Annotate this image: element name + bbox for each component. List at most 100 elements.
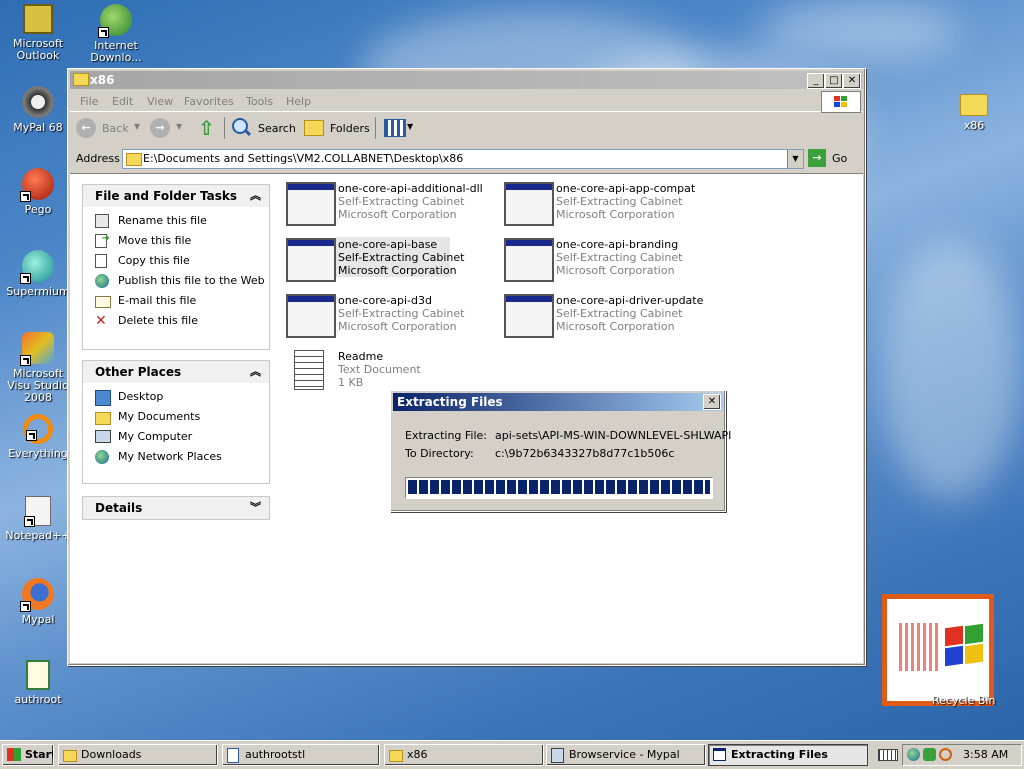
folder-icon (389, 750, 403, 762)
desktop-icon-label: Supermium (6, 285, 70, 298)
collapse-chevron-icon[interactable]: ︽ (250, 361, 261, 383)
file-item-selected[interactable]: one-core-api-base Self-Extracting Cabine… (286, 237, 496, 290)
desktop-icon-mypal[interactable]: Mypal (0, 578, 76, 626)
menu-view[interactable]: View (147, 95, 173, 108)
cabinet-file-icon (286, 294, 336, 338)
minimize-button[interactable]: _ (807, 73, 825, 89)
panel-header[interactable]: File and Folder Tasks ︽ (83, 185, 269, 207)
place-desktop[interactable]: Desktop (83, 387, 269, 407)
dropdown-arrow-icon: ▼ (176, 122, 183, 131)
go-button[interactable]: → Go (808, 149, 858, 167)
folder-icon (73, 73, 89, 86)
clock[interactable]: 3:58 AM (963, 748, 1008, 761)
email-icon (95, 296, 111, 308)
close-button[interactable]: ✕ (843, 73, 861, 89)
copy-icon (95, 254, 107, 268)
desktop-icon-label: authroot (14, 693, 62, 706)
desktop-icon-label: Microsoft Visu Studio 2008 (7, 367, 69, 404)
title-bar[interactable]: x86 _ □ ✕ (70, 71, 863, 89)
desktop-icon-pego[interactable]: Pego (0, 168, 76, 216)
toolbar-divider (224, 117, 225, 139)
forward-button[interactable]: → ▼ (150, 118, 186, 140)
panel-header[interactable]: Other Places ︽ (83, 361, 269, 383)
raccoon-icon (22, 86, 54, 118)
computer-icon (95, 430, 111, 443)
explorer-window[interactable]: x86 _ □ ✕ File Edit View Favorites Tools… (67, 68, 866, 666)
file-item[interactable]: one-core-api-branding Self-Extracting Ca… (504, 238, 714, 290)
place-my-documents[interactable]: My Documents (83, 407, 269, 427)
taskbar-item-x86[interactable]: x86 (384, 744, 544, 766)
go-arrow-icon: → (808, 149, 826, 167)
expand-chevron-icon[interactable]: ︾ (250, 497, 261, 519)
taskbar-item-downloads[interactable]: Downloads (58, 744, 218, 766)
recycle-bin-label: Recycle Bin (932, 694, 996, 707)
views-button[interactable]: ▼ (382, 117, 416, 139)
desktop-icon-outlook[interactable]: Microsoft Outlook (0, 4, 76, 62)
folders-button[interactable]: Folders (302, 117, 370, 139)
details-panel: Details ︾ (82, 496, 270, 520)
up-folder-button[interactable]: ⇧ (194, 116, 218, 140)
task-publish[interactable]: Publish this file to the Web (83, 271, 269, 291)
windows-logo-icon (882, 594, 994, 706)
task-email[interactable]: E-mail this file (83, 291, 269, 311)
search-tray-icon[interactable] (939, 748, 952, 761)
collapse-chevron-icon[interactable]: ︽ (250, 185, 261, 207)
desktop-icon-label: Notepad++ (5, 529, 71, 542)
certificate-icon (26, 660, 50, 690)
dialog-title-bar[interactable]: Extracting Files ✕ (393, 393, 723, 411)
search-button[interactable]: Search (230, 117, 296, 139)
start-button[interactable]: Start (2, 744, 54, 766)
dialog-close-button[interactable]: ✕ (703, 394, 721, 410)
folders-icon (304, 120, 324, 136)
cabinet-file-icon (504, 238, 554, 282)
desktop-icon-everything[interactable]: Everything (0, 414, 76, 460)
extracting-file-value: api-sets\API-MS-WIN-DOWNLEVEL-SHLWAPI (495, 429, 732, 442)
desktop-icon-internet-download[interactable]: Internet Downlo... (78, 4, 154, 64)
panel-header[interactable]: Details ︾ (83, 497, 269, 519)
place-my-computer[interactable]: My Computer (83, 427, 269, 447)
menu-help[interactable]: Help (286, 95, 311, 108)
taskbar-item-authrootstl[interactable]: authrootstl (222, 744, 380, 766)
views-icon (384, 119, 406, 137)
cabinet-file-icon (286, 182, 336, 226)
back-button[interactable]: ← Back ▼ (76, 118, 142, 140)
file-item[interactable]: one-core-api-app-compat Self-Extracting … (504, 182, 714, 234)
desktop-icon-x86-folder[interactable]: x86 (936, 88, 1012, 132)
keyboard-icon[interactable] (878, 749, 898, 761)
extracting-files-dialog[interactable]: Extracting Files ✕ Extracting File: api-… (390, 390, 731, 512)
place-my-network[interactable]: My Network Places (83, 447, 269, 467)
menu-file[interactable]: File (80, 95, 98, 108)
network-activity-tray-icon[interactable] (923, 748, 936, 761)
move-icon: ➜ (95, 233, 110, 248)
address-input[interactable]: E:\Documents and Settings\VM2.COLLABNET\… (122, 149, 804, 169)
maximize-button[interactable]: □ (825, 73, 843, 89)
task-rename[interactable]: Rename this file (83, 211, 269, 231)
desktop-icon-mypal68[interactable]: MyPal 68 (0, 86, 76, 134)
task-copy[interactable]: Copy this file (83, 251, 269, 271)
desktop-icon-supermium[interactable]: Supermium (0, 250, 76, 298)
menu-favorites[interactable]: Favorites (184, 95, 234, 108)
task-move[interactable]: ➜ Move this file (83, 231, 269, 251)
file-item[interactable]: one-core-api-additional-dll Self-Extract… (286, 182, 496, 234)
desktop-icon-recycle-bin[interactable]: Recycle Bin (880, 594, 998, 708)
file-item[interactable]: one-core-api-driver-update Self-Extracti… (504, 294, 714, 346)
menu-tools[interactable]: Tools (246, 95, 273, 108)
desktop-icon-label: Microsoft Outlook (12, 37, 64, 62)
other-places-panel: Other Places ︽ Desktop My Documents My C… (82, 360, 270, 484)
task-delete[interactable]: ✕ Delete this file (83, 311, 269, 331)
cabinet-file-icon (286, 238, 336, 282)
desktop-icon-label: MyPal 68 (13, 121, 63, 134)
taskbar-item-browservice[interactable]: Browservice - Mypal (546, 744, 706, 766)
file-folder-tasks-panel: File and Folder Tasks ︽ Rename this file… (82, 184, 270, 350)
rename-icon (95, 214, 109, 228)
progress-fill (408, 480, 710, 494)
desktop-icon-notepadpp[interactable]: Notepad++ (0, 496, 76, 542)
network-tray-icon[interactable] (907, 748, 920, 761)
address-dropdown-button[interactable]: ▼ (787, 150, 803, 168)
file-item[interactable]: one-core-api-d3d Self-Extracting Cabinet… (286, 294, 496, 346)
menu-edit[interactable]: Edit (112, 95, 133, 108)
taskbar-item-extracting-files[interactable]: Extracting Files (708, 744, 868, 766)
address-label: Address (76, 152, 120, 165)
desktop-icon-visual-studio[interactable]: Microsoft Visu Studio 2008 (0, 332, 76, 404)
desktop-icon-authroot[interactable]: authroot (0, 660, 76, 706)
